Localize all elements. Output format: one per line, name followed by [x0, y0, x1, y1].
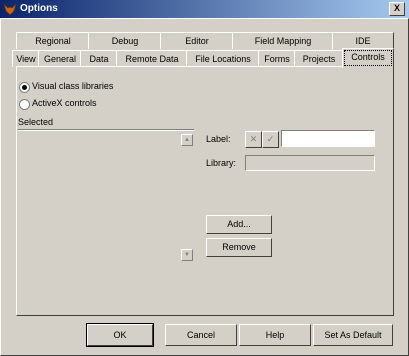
tab-remote-data[interactable]: Remote Data	[116, 50, 188, 67]
add-button[interactable]: Add...	[206, 215, 272, 234]
selected-separator	[18, 129, 194, 131]
tab-regional[interactable]: Regional	[16, 32, 90, 49]
tab-forms[interactable]: Forms	[258, 50, 296, 67]
fox-app-icon	[3, 2, 17, 16]
library-field	[245, 155, 375, 171]
ok-button[interactable]: OK	[86, 323, 154, 347]
tab-projects[interactable]: Projects	[294, 50, 344, 67]
window-title: Options	[20, 3, 58, 14]
accept-check-icon[interactable]: ✓	[262, 131, 279, 148]
tab-data[interactable]: Data	[80, 50, 118, 67]
set-as-default-button[interactable]: Set As Default	[313, 324, 393, 346]
library-caption: Library:	[206, 158, 237, 168]
remove-button[interactable]: Remove	[206, 238, 272, 257]
tab-field-mapping[interactable]: Field Mapping	[232, 32, 334, 49]
title-bar: Options X	[0, 0, 409, 18]
radio-visual-class-libraries-label: Visual class libraries	[32, 81, 114, 91]
selected-label: Selected	[18, 117, 54, 127]
close-button[interactable]: X	[389, 2, 405, 16]
label-input[interactable]	[281, 130, 375, 147]
tab-view[interactable]: View	[12, 50, 40, 67]
scroll-up-icon[interactable]: ▲	[181, 134, 193, 146]
tab-debug[interactable]: Debug	[88, 32, 162, 49]
label-caption: Label:	[206, 134, 231, 144]
tab-controls[interactable]: Controls	[342, 48, 394, 68]
tab-ide[interactable]: IDE	[332, 32, 394, 49]
tab-editor[interactable]: Editor	[160, 32, 234, 49]
scroll-down-icon[interactable]: ▼	[181, 249, 193, 261]
cancel-button[interactable]: Cancel	[165, 324, 237, 346]
help-button[interactable]: Help	[239, 324, 311, 346]
tab-general[interactable]: General	[38, 50, 82, 67]
cancel-x-icon[interactable]: ✕	[245, 131, 262, 148]
radio-activex-controls-label: ActiveX controls	[32, 98, 97, 108]
tab-file-locations[interactable]: File Locations	[186, 50, 260, 67]
